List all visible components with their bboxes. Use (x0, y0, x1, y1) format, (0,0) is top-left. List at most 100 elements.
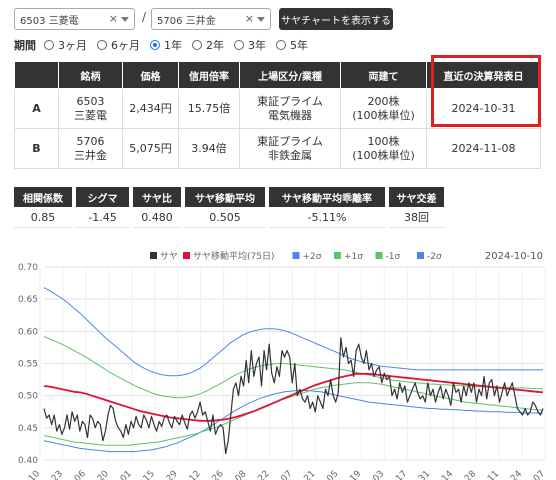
radio-circle-selected[interactable] (150, 40, 160, 50)
x-tick-label: 21 (302, 469, 317, 480)
stock-select-2[interactable]: 5706 三井金 × (151, 8, 271, 30)
x-tick-label: 20 (96, 469, 111, 480)
x-tick-label: 28 (463, 469, 478, 480)
y-tick-label: 0.65 (18, 295, 38, 305)
y-tick-label: 0.60 (18, 327, 38, 337)
legend-swatch[interactable] (417, 252, 424, 259)
legend-swatch[interactable] (183, 252, 190, 259)
x-tick-label: 15 (142, 469, 157, 480)
saya-chart[interactable]: サヤ サヤ移動平均(75日) +2σ +1σ -1σ -2σ 2024-10-10 0.7… (0, 244, 556, 480)
legend-swatch[interactable] (150, 252, 157, 259)
radio-circle[interactable] (276, 40, 286, 50)
radio-label: 3年 (248, 39, 266, 52)
period-label: 期間 (14, 39, 36, 52)
legend-swatch[interactable] (375, 252, 383, 259)
legend-label[interactable]: サヤ移動平均(75日) (193, 250, 274, 262)
sector: 非鉄金属 (268, 148, 312, 162)
radio-circle[interactable] (97, 40, 107, 50)
market-cell: 東証プライム 非鉄金属 (239, 128, 341, 169)
market: 東証プライム (257, 134, 323, 148)
period-selector: 期間 3ヶ月 6ヶ月 1年 2年 3年 5年 (14, 38, 318, 52)
legend-label[interactable]: +1σ (344, 252, 363, 262)
radio-label: 5年 (290, 39, 308, 52)
x-tick-label: 03 (371, 469, 386, 480)
radio-label: 3ヶ月 (58, 39, 87, 52)
chevron-down-icon[interactable] (257, 17, 265, 22)
legend-label[interactable]: +2σ (303, 252, 322, 262)
stats-value-row: 0.85 -1.45 0.480 0.505 -5.11% 38回 (14, 207, 444, 228)
earnings-date-cell: 2024-11-08 (426, 128, 541, 169)
stat-value-ma: 0.505 (185, 207, 265, 228)
margin-cell: 3.94倍 (178, 128, 240, 169)
stat-header-correlation: 相関係数 (14, 187, 72, 207)
clear-icon[interactable]: × (109, 12, 118, 25)
stat-header-crossings: サヤ交差 (389, 187, 444, 207)
clear-icon[interactable]: × (245, 12, 254, 25)
chart-series (43, 287, 544, 455)
stock-name: 三井金 (74, 148, 107, 162)
radio-5y[interactable]: 5年 (276, 37, 308, 53)
radio-6m[interactable]: 6ヶ月 (97, 37, 140, 53)
legend-label[interactable]: -1σ (386, 252, 401, 262)
x-tick-label: 24 (509, 469, 524, 480)
legend-label[interactable]: -2σ (427, 252, 442, 262)
radio-label: 6ヶ月 (111, 39, 140, 52)
chart-legend[interactable]: サヤ サヤ移動平均(75日) +2σ +1σ -1σ -2σ (150, 250, 442, 262)
x-tick-label: 26 (211, 469, 226, 480)
row-id: A (14, 88, 59, 129)
stat-header-ma: サヤ移動平均 (185, 187, 265, 207)
x-axis: 10 23 06 20 01 15 29 12 26 08 22 07 21 05 19 03 17 31 14 28… (27, 469, 547, 480)
radio-circle[interactable] (234, 40, 244, 50)
header-cell-margin: 信用倍率 (178, 61, 240, 89)
radio-2y[interactable]: 2年 (192, 37, 224, 53)
y-tick-label: 0.50 (18, 392, 38, 402)
separator-slash: / (142, 10, 147, 24)
stats-table: 相関係数 シグマ サヤ比 サヤ移動平均 サヤ移動平均乖離率 サヤ交差 0.85 … (10, 187, 448, 228)
y-axis: 0.70 0.65 0.60 0.55 0.50 0.45 0.40 (18, 263, 38, 466)
stock-name-cell[interactable]: 6503 三菱電 (58, 88, 123, 129)
legend-label[interactable]: サヤ (160, 251, 178, 262)
x-tick-label: 19 (348, 469, 363, 480)
header-cell-market: 上場区分/業種 (239, 61, 341, 89)
radio-circle[interactable] (44, 40, 54, 50)
sector: 電気機器 (268, 108, 312, 122)
y-tick-label: 0.70 (18, 263, 38, 273)
legend-swatch[interactable] (334, 252, 341, 259)
x-tick-label: 17 (394, 469, 409, 480)
chart-grid (39, 266, 546, 461)
x-tick-label: 06 (73, 469, 88, 480)
stat-value-correlation: 0.85 (14, 207, 72, 228)
radio-1y[interactable]: 1年 (150, 37, 182, 53)
radio-3m[interactable]: 3ヶ月 (44, 37, 87, 53)
stat-header-ma-deviation: サヤ移動平均乖離率 (269, 187, 385, 207)
radio-3y[interactable]: 3年 (234, 37, 266, 53)
stat-value-ratio: 0.480 (133, 207, 181, 228)
price-cell: 2,434円 (122, 88, 179, 129)
stock-select-1-value: 6503 三菱電 (20, 15, 79, 27)
series-line-minus2sigma (43, 390, 543, 453)
stat-value-ma-deviation: -5.11% (269, 207, 385, 228)
series-line-minus1sigma (43, 382, 544, 446)
x-tick-label: 07 (532, 469, 547, 480)
stat-value-sigma: -1.45 (76, 207, 129, 228)
radio-circle[interactable] (192, 40, 202, 50)
market-cell: 東証プライム 電気機器 (239, 88, 341, 129)
x-tick-label: 07 (279, 469, 294, 480)
x-tick-label: 01 (119, 469, 134, 480)
stock-code: 5706 (76, 134, 105, 148)
stock-name-cell[interactable]: 5706 三井金 (58, 128, 123, 169)
radio-label: 1年 (164, 39, 182, 52)
units: 200株 (367, 94, 400, 108)
x-tick-label: 14 (440, 469, 455, 480)
stock-select-1[interactable]: 6503 三菱電 × (14, 8, 135, 30)
price-cell: 5,075円 (122, 128, 179, 169)
header-cell-price: 価格 (122, 61, 179, 89)
highlight-box (431, 55, 541, 127)
show-saya-chart-button[interactable]: サヤチャートを表示する (279, 8, 393, 30)
legend-swatch[interactable] (292, 252, 300, 259)
header-cell-name: 銘柄 (58, 61, 123, 89)
x-tick-label: 10 (27, 469, 42, 480)
stats-header-row: 相関係数 シグマ サヤ比 サヤ移動平均 サヤ移動平均乖離率 サヤ交差 (14, 187, 444, 207)
y-tick-label: 0.55 (18, 360, 38, 370)
chevron-down-icon[interactable] (121, 17, 129, 22)
